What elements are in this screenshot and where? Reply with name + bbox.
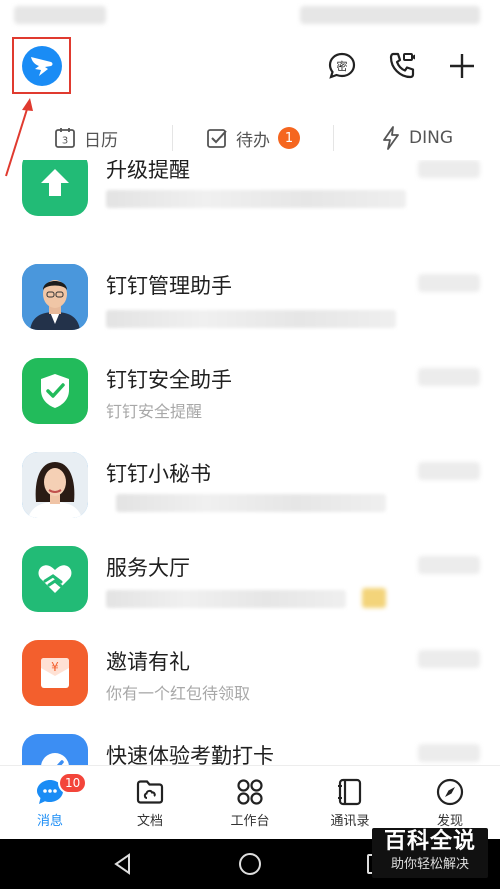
list-item-title: 钉钉安全助手 — [106, 368, 232, 392]
tab-workbench-label: 工作台 — [230, 813, 270, 829]
list-item-time-blurred — [418, 462, 480, 480]
list-item[interactable]: 升级提醒 — [0, 160, 500, 234]
add-button[interactable] — [446, 50, 478, 82]
unread-count-badge: 10 — [58, 772, 88, 794]
tab-messages-label: 消息 — [36, 813, 63, 829]
plus-icon — [450, 54, 474, 78]
quick-tab-todo[interactable]: 待办 1 — [173, 118, 333, 158]
tab-discover-label: 发现 — [436, 813, 463, 829]
message-list: 升级提醒 钉钉管理助手 钉钉安全助手 钉钉安全提醒 钉钉小秘书 服务大厅 ¥ 邀… — [0, 160, 500, 765]
watermark-logo: 百科全说 助你轻松解决 — [372, 828, 488, 878]
svg-text:¥: ¥ — [51, 660, 59, 674]
list-item-time-blurred — [418, 368, 480, 386]
list-item-title: 快速体验考勤打卡 — [106, 744, 274, 765]
folder-cloud-icon — [136, 779, 164, 804]
svg-text:3: 3 — [62, 136, 68, 147]
back-triangle-icon[interactable] — [111, 852, 135, 876]
tab-contacts-label: 通讯录 — [330, 813, 370, 829]
lightning-icon — [383, 126, 399, 150]
tab-docs[interactable]: 文档 — [100, 766, 200, 839]
list-item[interactable]: 钉钉小秘书 — [0, 448, 500, 542]
quick-tab-ding[interactable]: DING — [334, 118, 500, 158]
status-bar — [0, 0, 500, 30]
list-item-title: 升级提醒 — [106, 160, 190, 182]
tab-messages[interactable]: 消息 10 — [0, 766, 100, 839]
red-envelope-icon: ¥ — [22, 640, 88, 706]
list-item-subtitle: 钉钉安全提醒 — [106, 402, 203, 421]
video-call-button[interactable] — [386, 50, 418, 82]
quick-tab-calendar[interactable]: 3 日历 — [0, 118, 172, 158]
quick-access-bar: 3 日历 待办 1 DING — [0, 118, 500, 158]
check-circle-icon — [22, 734, 88, 765]
secret-chat-button[interactable]: 密 — [326, 50, 358, 82]
list-item[interactable]: 钉钉管理助手 — [0, 260, 500, 354]
upgrade-arrow-icon — [22, 160, 88, 216]
phone-screen: 密 3 日历 待办 1 DING 升级提醒 钉钉管理助手 钉钉安全助手 钉钉安全… — [0, 0, 500, 889]
grid-apps-icon — [237, 778, 263, 805]
list-item[interactable]: 快速体验考勤打卡 — [0, 730, 500, 765]
list-item-preview-blurred — [106, 590, 346, 608]
home-circle-icon[interactable] — [237, 851, 263, 877]
list-item-preview-blurred — [116, 494, 386, 512]
tab-docs-label: 文档 — [136, 813, 163, 829]
list-item[interactable]: ¥ 邀请有礼 你有一个红包待领取 — [0, 636, 500, 730]
list-item-time-blurred — [418, 556, 480, 574]
list-item-preview-blurred — [106, 190, 406, 208]
list-item-subtitle: 你有一个红包待领取 — [106, 684, 251, 703]
list-item-time-blurred — [418, 744, 480, 762]
quick-tab-calendar-label: 日历 — [84, 130, 118, 151]
watermark-main-text: 百科全说 — [383, 829, 476, 854]
svg-text:密: 密 — [337, 59, 348, 73]
list-item-title: 钉钉管理助手 — [106, 274, 232, 298]
status-left-blur — [14, 6, 106, 24]
list-item[interactable]: 服务大厅 — [0, 542, 500, 636]
list-item-title: 邀请有礼 — [106, 650, 190, 674]
calendar-3-icon: 3 — [55, 128, 75, 148]
shield-check-icon — [22, 358, 88, 424]
annotation-highlight-box — [12, 37, 71, 94]
list-item-title: 服务大厅 — [106, 556, 190, 580]
heart-hand-icon — [22, 546, 88, 612]
todo-check-icon — [207, 129, 227, 148]
list-item-preview-blurred — [106, 310, 396, 328]
status-right-blur — [300, 6, 480, 24]
list-item-time-blurred — [418, 160, 480, 178]
watermark-sub-text: 助你轻松解决 — [390, 857, 469, 872]
list-item-title: 钉钉小秘书 — [106, 462, 211, 486]
list-item[interactable]: 钉钉安全助手 钉钉安全提醒 — [0, 354, 500, 448]
preview-emoji-blurred — [362, 588, 386, 608]
man-photo — [22, 264, 88, 330]
quick-tab-todo-label: 待办 — [236, 130, 270, 151]
todo-count-badge: 1 — [278, 127, 300, 149]
contacts-book-icon — [338, 778, 362, 805]
list-item-time-blurred — [418, 650, 480, 668]
phone-video-icon — [389, 52, 415, 79]
quick-tab-ding-label: DING — [409, 128, 453, 148]
woman-photo — [22, 452, 88, 518]
secret-chat-icon: 密 — [328, 52, 356, 79]
list-item-time-blurred — [418, 274, 480, 292]
tab-workbench[interactable]: 工作台 — [200, 766, 300, 839]
compass-icon — [436, 778, 464, 805]
